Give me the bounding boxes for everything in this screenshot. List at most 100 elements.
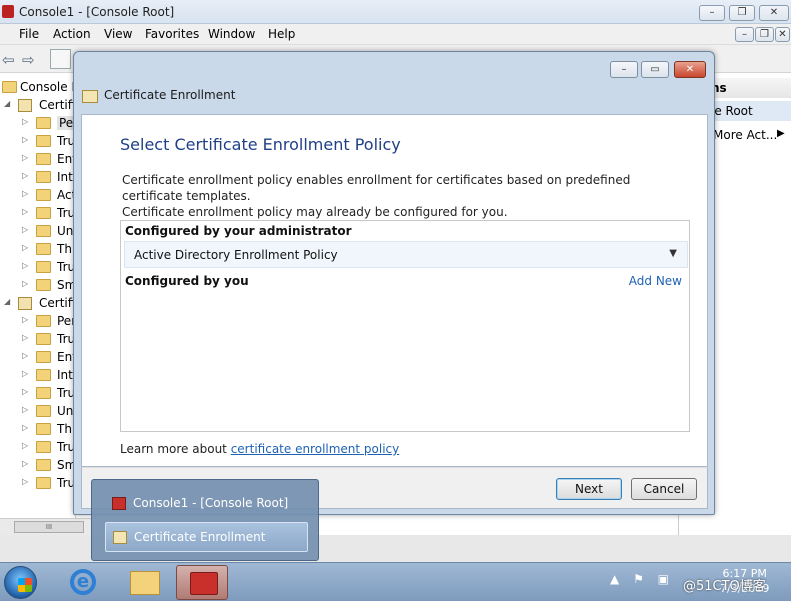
inner-minimize-button[interactable]: – [735,27,754,42]
expand-icon[interactable]: ▷ [22,315,28,324]
folder-icon [36,135,51,147]
tree-item[interactable]: ▷ Tru [0,474,75,492]
tree-item[interactable]: ▷ Tru [0,204,75,222]
certificate-icon [113,531,127,544]
back-arrow-icon[interactable]: ⇦ [2,51,15,69]
tree-item[interactable]: ◢ Certifi [0,294,75,312]
menu-help[interactable]: Help [268,27,295,41]
tree-item[interactable]: ▷ Ent [0,150,75,168]
folder-icon [36,117,51,129]
learn-more: Learn more about certificate enrollment … [120,442,399,456]
tree-item[interactable]: ▷ Int [0,366,75,384]
expand-icon[interactable]: ▷ [22,477,28,486]
policy-item-ad[interactable]: Active Directory Enrollment Policy ▼ [124,241,688,268]
mmc-menubar: File Action View Favorites Window Help –… [0,24,791,45]
scrollbar-thumb[interactable]: III [14,521,84,533]
dialog-body: Select Certificate Enrollment Policy Cer… [81,114,708,467]
tree-item[interactable]: ▷ Tru [0,132,75,150]
expand-icon[interactable]: ▷ [22,207,28,216]
tree-item[interactable]: ▷ Sm [0,276,75,294]
admin-section-label: Configured by your administrator [125,224,352,238]
expand-icon[interactable]: ▷ [22,333,28,342]
menu-view[interactable]: View [104,27,132,41]
collapse-icon[interactable]: ◢ [4,297,10,306]
tree-item[interactable]: ◢ Certifi [0,96,75,114]
tree-item-label: Int [57,368,73,382]
tree-item[interactable]: ▷ Thi [0,420,75,438]
cancel-button[interactable]: Cancel [631,478,697,500]
tree-item[interactable]: ▷ Act [0,186,75,204]
page-heading: Select Certificate Enrollment Policy [120,135,401,154]
expand-icon[interactable]: ▷ [22,441,28,450]
taskbar-internet-explorer[interactable]: e [56,565,108,600]
tree-item-label: Int [57,170,73,184]
tree-item[interactable]: ▷ Int [0,168,75,186]
user-section-label: Configured by you [125,274,249,288]
tree-item[interactable]: ▷ Tru [0,330,75,348]
add-new-link[interactable]: Add New [629,274,682,288]
restore-button[interactable]: ❐ [729,5,755,21]
horizontal-scrollbar[interactable]: III [0,518,92,535]
dialog-close-button[interactable]: ✕ [674,61,706,78]
expand-icon[interactable]: ▷ [22,171,28,180]
menu-favorites[interactable]: Favorites [145,27,199,41]
description-line-1: Certificate enrollment policy enables en… [122,173,631,203]
expand-icon[interactable]: ▷ [22,153,28,162]
tree-item[interactable]: ▷ Sm [0,456,75,474]
inner-close-button[interactable]: ✕ [775,27,790,42]
tree-item[interactable]: ▷ Tru [0,438,75,456]
expand-icon[interactable]: ▷ [22,279,28,288]
tree-item[interactable]: ▷ Tru [0,258,75,276]
taskbar-explorer[interactable] [118,565,170,600]
close-button[interactable]: ✕ [759,5,789,21]
expand-icon[interactable]: ▷ [22,423,28,432]
expand-icon[interactable]: ▷ [22,189,28,198]
learn-more-link[interactable]: certificate enrollment policy [231,442,400,456]
minimize-button[interactable]: – [699,5,725,21]
dialog-maximize-button[interactable]: ▭ [641,61,669,78]
inner-restore-button[interactable]: ❐ [755,27,774,42]
window-list-item-console[interactable]: Console1 - [Console Root] [105,489,308,519]
learn-more-prefix: Learn more about [120,442,231,456]
tree-item[interactable]: ▷ Un [0,402,75,420]
window-list-label: Certificate Enrollment [134,530,266,544]
menu-window[interactable]: Window [208,27,255,41]
expand-icon[interactable]: ▷ [22,117,28,126]
tree-item[interactable]: ▷ Ent [0,348,75,366]
folder-icon [36,333,51,345]
expand-icon[interactable]: ▷ [22,225,28,234]
tree-item[interactable]: ▷ Tru [0,384,75,402]
chevron-down-icon[interactable]: ▼ [669,248,677,259]
expand-icon[interactable]: ▷ [22,261,28,270]
tree-item[interactable]: ▷ Un [0,222,75,240]
menu-action[interactable]: Action [53,27,91,41]
folder-icon [36,477,51,489]
expand-icon[interactable]: ▷ [22,135,28,144]
next-button[interactable]: Next [556,478,622,500]
tree-item[interactable]: ▷ Thi [0,240,75,258]
expand-icon[interactable]: ▷ [22,369,28,378]
taskbar-mmc[interactable] [176,565,228,600]
expand-icon[interactable]: ▷ [22,243,28,252]
show-hide-tree-button[interactable] [50,49,71,69]
tree-item[interactable]: Console R [0,78,75,96]
show-hidden-icons-icon[interactable]: ▲ [610,572,619,586]
tree-item[interactable]: ▷Per [0,312,75,330]
window-list-item-cert-enrollment[interactable]: Certificate Enrollment [105,522,308,552]
expand-icon[interactable]: ▷ [22,351,28,360]
network-icon[interactable]: ▣ [658,572,669,586]
action-center-flag-icon[interactable]: ⚑ [633,572,644,586]
forward-arrow-icon[interactable]: ⇨ [22,51,35,69]
collapse-icon[interactable]: ◢ [4,99,10,108]
expand-icon[interactable]: ▷ [22,459,28,468]
dialog-minimize-button[interactable]: – [610,61,638,78]
expand-icon[interactable]: ▷ [22,387,28,396]
window-list-label: Console1 - [Console Root] [133,496,289,510]
expand-icon[interactable]: ▷ [22,405,28,414]
start-button[interactable] [4,566,37,599]
tree-item[interactable]: ▷Per [0,114,75,132]
actions-more-link[interactable]: More Act... [713,128,777,142]
mmc-app-icon [2,5,14,18]
menu-file[interactable]: File [19,27,39,41]
description-line-2: Certificate enrollment policy may alread… [122,205,508,219]
